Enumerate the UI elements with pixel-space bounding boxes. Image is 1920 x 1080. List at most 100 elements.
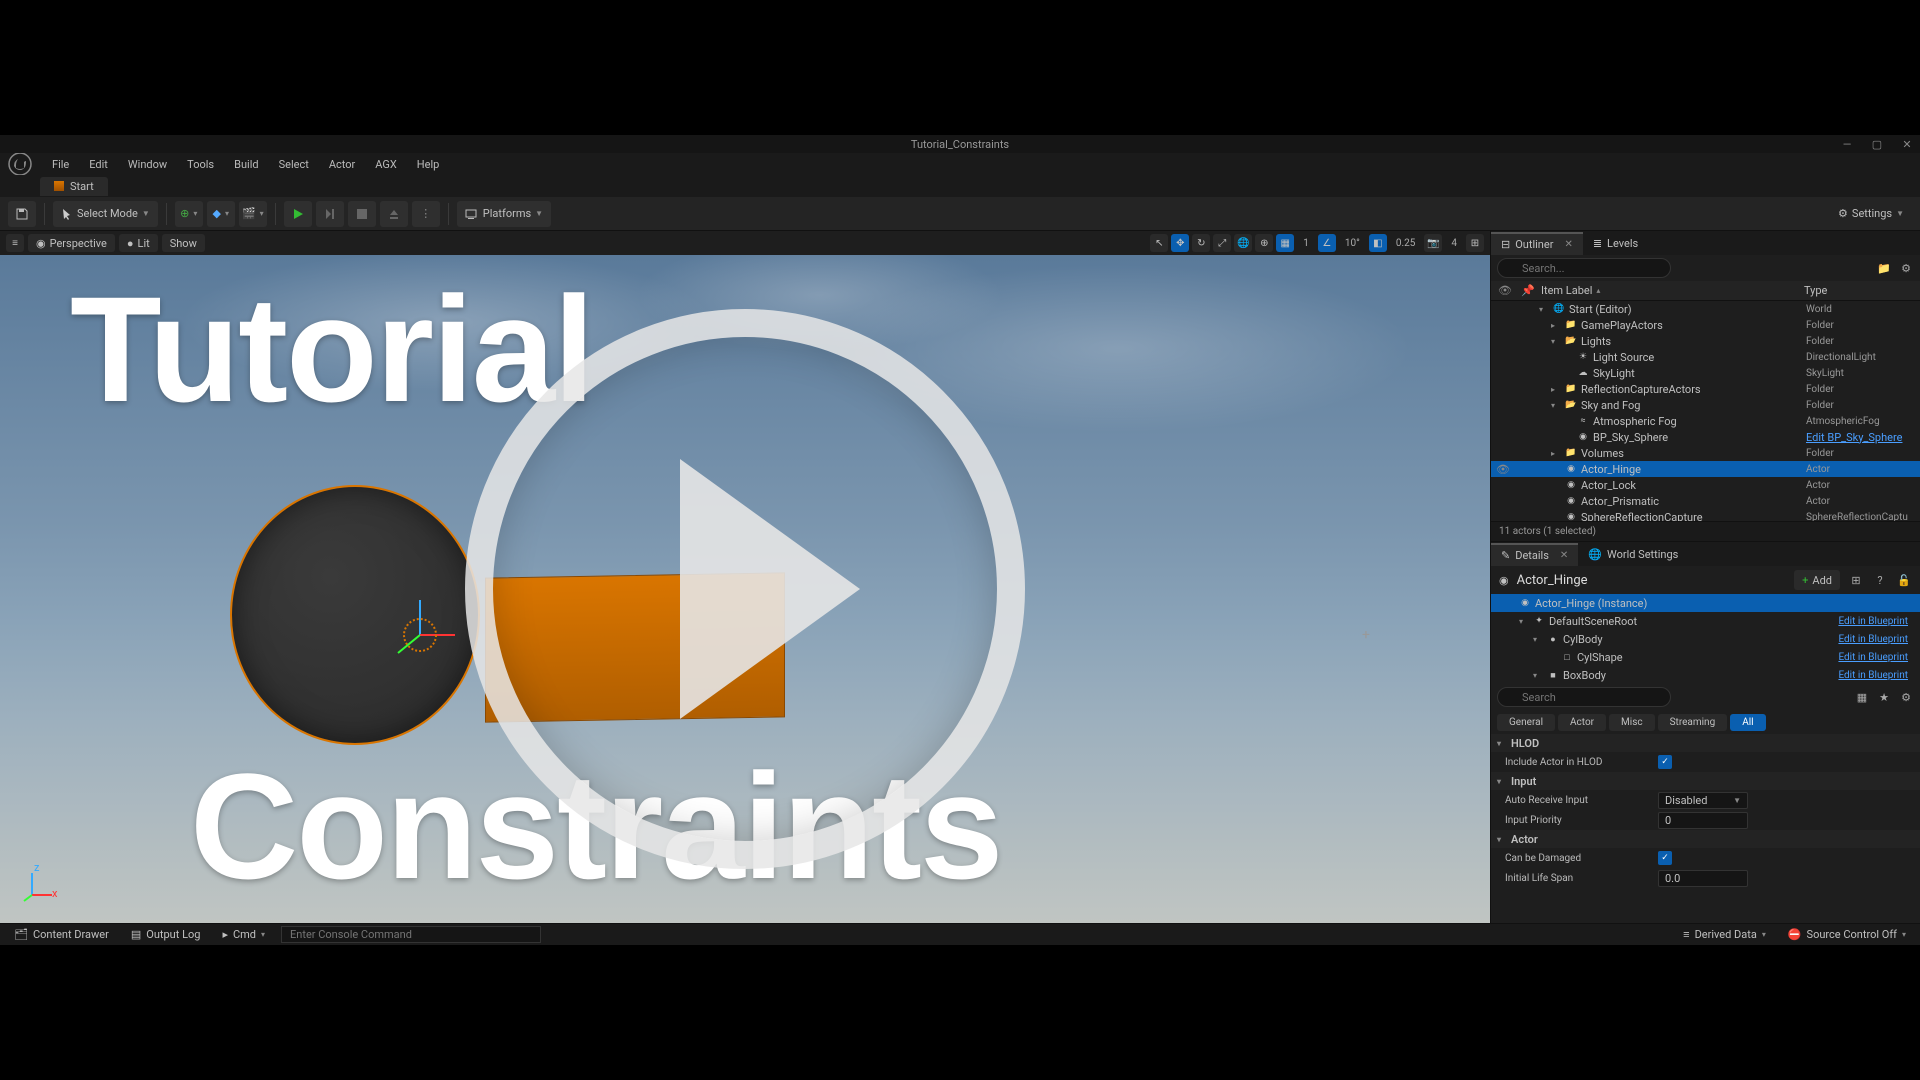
coord-space-toggle[interactable]: 🌐 [1234,234,1252,252]
help-icon[interactable]: ? [1872,572,1888,588]
edit-blueprint-link[interactable]: Edit in Blueprint [1838,616,1914,627]
outliner-row[interactable]: ▾📂Sky and FogFolder [1491,397,1920,413]
tab-world-settings[interactable]: 🌐World Settings [1578,544,1688,565]
favorite-icon[interactable]: ★ [1876,689,1892,705]
scale-tool[interactable]: ⤢ [1213,234,1231,252]
dropdown[interactable]: Disabled▼ [1658,792,1748,809]
number-input[interactable]: 0.0 [1658,870,1748,887]
category-actor[interactable]: ▾Actor [1491,830,1920,848]
level-tab-start[interactable]: Start [40,177,108,196]
type-column[interactable]: Type [1804,284,1914,297]
pin-column-icon[interactable]: 📌 [1521,284,1533,297]
show-dropdown[interactable]: Show [162,234,205,252]
property-matrix-icon[interactable]: ▦ [1854,689,1870,705]
category-hlod[interactable]: ▾HLOD [1491,734,1920,752]
expand-toggle[interactable]: ▸ [1551,321,1561,330]
play-options-button[interactable]: ⋮ [412,201,440,227]
component-row[interactable]: ▾✦DefaultSceneRootEdit in Blueprint [1491,612,1920,630]
angle-snap-toggle[interactable]: ∠ [1318,234,1336,252]
component-row[interactable]: □CylShapeEdit in Blueprint [1491,648,1920,666]
filter-general[interactable]: General [1497,714,1555,731]
filter-all[interactable]: All [1730,714,1765,731]
outliner-row[interactable]: ☁SkyLightSkyLight [1491,365,1920,381]
expand-toggle[interactable]: ▾ [1551,401,1561,410]
unreal-logo-icon[interactable] [6,150,34,178]
visibility-column-icon[interactable]: 👁 [1497,284,1513,297]
component-row[interactable]: ◉Actor_Hinge (Instance) [1491,594,1920,612]
component-row[interactable]: ▾●CylBodyEdit in Blueprint [1491,630,1920,648]
category-input[interactable]: ▾Input [1491,772,1920,790]
close-button[interactable]: ✕ [1900,137,1914,151]
add-component-button[interactable]: +Add [1794,570,1840,590]
component-tree[interactable]: ◉Actor_Hinge (Instance)▾✦DefaultSceneRoo… [1491,594,1920,684]
maximize-viewport-button[interactable]: ⊞ [1466,234,1484,252]
outliner-row[interactable]: ▾📂LightsFolder [1491,333,1920,349]
lock-icon[interactable]: 🔓 [1896,572,1912,588]
expand-toggle[interactable]: ▾ [1551,337,1561,346]
menu-window[interactable]: Window [118,156,177,173]
tab-details[interactable]: ✎Details✕ [1491,543,1578,566]
item-label-column[interactable]: Item Label ▴ [1541,284,1796,297]
gear-icon[interactable]: ⚙ [1898,260,1914,276]
outliner-row[interactable]: ▸📁GamePlayActorsFolder [1491,317,1920,333]
output-log-button[interactable]: ▤Output Log [125,926,207,943]
stop-button[interactable] [348,201,376,227]
grid-snap-value[interactable]: 1 [1297,238,1315,249]
outliner-row[interactable]: ☀Light SourceDirectionalLight [1491,349,1920,365]
edit-blueprint-link[interactable]: Edit in Blueprint [1838,652,1914,663]
menu-edit[interactable]: Edit [79,156,118,173]
surface-snap-toggle[interactable]: ⊕ [1255,234,1273,252]
outliner-row[interactable]: ▸📁ReflectionCaptureActorsFolder [1491,381,1920,397]
source-control-button[interactable]: ⛔Source Control Off▾ [1782,926,1912,943]
skip-button[interactable] [316,201,344,227]
camera-speed-value[interactable]: 4 [1445,238,1463,249]
maximize-button[interactable]: ▢ [1870,137,1884,151]
video-play-button[interactable] [465,309,1025,869]
menu-select[interactable]: Select [269,156,319,173]
outliner-row[interactable]: ◉SphereReflectionCaptureSphereReflection… [1491,509,1920,521]
close-icon[interactable]: ✕ [1564,239,1572,250]
menu-help[interactable]: Help [407,156,450,173]
scale-snap-value[interactable]: 0.25 [1390,238,1422,249]
save-button[interactable] [8,201,36,227]
menu-agx[interactable]: AGX [365,156,407,173]
expand-toggle[interactable]: ▸ [1551,449,1561,458]
play-button[interactable] [284,201,312,227]
console-input[interactable] [281,926,541,943]
filter-streaming[interactable]: Streaming [1658,714,1728,731]
menu-tools[interactable]: Tools [177,156,224,173]
viewport-3d[interactable]: + Tutorial Constraints zx [0,255,1490,923]
select-tool[interactable]: ↖ [1150,234,1168,252]
scale-snap-toggle[interactable]: ◧ [1369,234,1387,252]
settings-dropdown[interactable]: ⚙ Settings▼ [1830,201,1912,227]
lit-dropdown[interactable]: ●Lit [119,234,158,252]
component-row[interactable]: ▾■BoxBodyEdit in Blueprint [1491,666,1920,684]
outliner-row[interactable]: ◉Actor_LockActor [1491,477,1920,493]
eject-button[interactable] [380,201,408,227]
outliner-row[interactable]: ▾🌐Start (Editor)World [1491,301,1920,317]
angle-snap-value[interactable]: 10° [1339,238,1366,249]
menu-file[interactable]: File [42,156,79,173]
outliner-row[interactable]: ▸📁VolumesFolder [1491,445,1920,461]
platforms-dropdown[interactable]: Platforms▼ [457,201,551,227]
outliner-row[interactable]: ◉Actor_PrismaticActor [1491,493,1920,509]
tab-outliner[interactable]: ⊟Outliner✕ [1491,232,1583,255]
add-content-button[interactable]: ⊕▾ [175,201,203,227]
edit-blueprint-link[interactable]: Edit in Blueprint [1838,670,1914,681]
outliner-search-input[interactable] [1497,258,1671,278]
content-drawer-button[interactable]: 🗂Content Drawer [8,926,115,943]
viewport-options-button[interactable]: ≡ [6,234,24,252]
blueprints-button[interactable]: ◆▾ [207,201,235,227]
browse-icon[interactable]: ⊞ [1848,572,1864,588]
visibility-toggle[interactable]: 👁 [1495,463,1511,476]
derived-data-button[interactable]: ≡Derived Data▾ [1677,926,1772,943]
filter-actor[interactable]: Actor [1558,714,1606,731]
folder-add-icon[interactable]: 📁 [1876,260,1892,276]
transform-gizmo[interactable] [380,595,440,655]
checkbox[interactable]: ✓ [1658,755,1672,769]
edit-blueprint-link[interactable]: Edit in Blueprint [1838,634,1914,645]
expand-toggle[interactable]: ▸ [1551,385,1561,394]
filter-misc[interactable]: Misc [1609,714,1655,731]
outliner-tree[interactable]: ▾🌐Start (Editor)World▸📁GamePlayActorsFol… [1491,301,1920,521]
grid-snap-toggle[interactable]: ▦ [1276,234,1294,252]
